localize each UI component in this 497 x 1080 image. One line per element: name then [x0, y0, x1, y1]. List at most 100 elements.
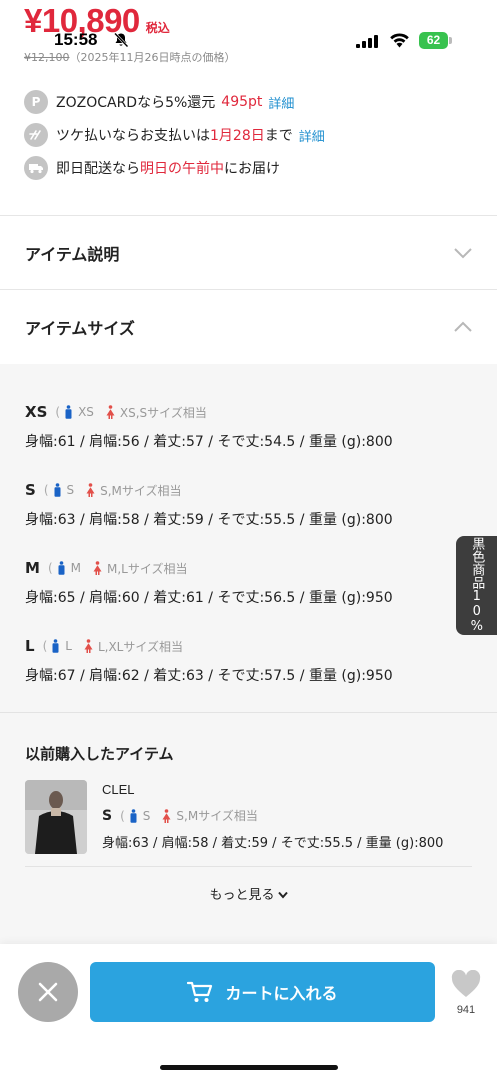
- divider: [0, 215, 497, 216]
- benefit-delivery-text-a: 即日配送なら: [56, 161, 140, 177]
- wifi-icon: [390, 33, 409, 48]
- female-size-label: L,XLサイズ相当: [97, 639, 183, 654]
- benefit-tsuke-text-a: ツケ払いならお支払いは: [56, 128, 210, 144]
- divider: [0, 289, 497, 290]
- benefit-zozocard: P ZOZOCARDなら5%還元 495pt 詳細: [24, 90, 294, 114]
- divider: [0, 712, 497, 713]
- male-size: S: [53, 483, 75, 497]
- tax-label: 税込: [145, 21, 170, 35]
- male-size-label: XS: [78, 405, 94, 419]
- original-price-row: ¥12,100（2025年11月26日時点の価格）: [24, 49, 236, 65]
- status-time: 15:58: [54, 30, 98, 49]
- heart-icon: [451, 969, 481, 997]
- size-row-l: L ( L L,XLサイズ相当 身幅:67 / 肩幅:62 / 着丈:63 / …: [25, 637, 393, 685]
- woman-icon: [93, 561, 102, 575]
- man-icon: [65, 405, 72, 419]
- size-measurements: 身幅:67 / 肩幅:62 / 着丈:63 / そで丈:57.5 / 重量 (g…: [25, 668, 393, 684]
- size-name: L: [25, 637, 35, 655]
- woman-icon: [84, 639, 93, 653]
- zozocard-details-link[interactable]: 詳細: [268, 93, 294, 112]
- size-name: S: [102, 807, 113, 824]
- female-size: L,XLサイズ相当: [84, 638, 183, 655]
- battery-level: 62: [419, 32, 448, 49]
- divider: [25, 866, 472, 867]
- close-icon: [38, 982, 58, 1002]
- paren: (: [47, 561, 53, 575]
- previous-item-measurements: 身幅:63 / 肩幅:58 / 着丈:59 / そで丈:55.5 / 重量 (g…: [102, 836, 444, 851]
- size-measurements: 身幅:61 / 肩幅:56 / 着丈:57 / そで丈:54.5 / 重量 (g…: [25, 434, 393, 450]
- paren: (: [43, 483, 49, 497]
- female-size-label: S,Mサイズ相当: [176, 809, 258, 823]
- man-icon: [52, 639, 59, 653]
- female-size-label: XS,Sサイズ相当: [119, 405, 207, 420]
- female-size: S,Mサイズ相当: [86, 482, 182, 499]
- thumbnail-photo: [25, 780, 87, 854]
- male-size: S: [129, 808, 151, 823]
- accordion-title-size: アイテムサイズ: [25, 319, 135, 338]
- favorite-button[interactable]: 941: [448, 969, 484, 1016]
- home-indicator: [160, 1065, 338, 1070]
- see-more-link[interactable]: もっと見る: [0, 884, 497, 903]
- price-date-note: （2025年11月26日時点の価格）: [69, 51, 236, 64]
- close-button[interactable]: [18, 962, 78, 1022]
- woman-icon: [106, 405, 115, 419]
- previous-item-thumbnail[interactable]: [25, 780, 87, 854]
- accordion-item-description[interactable]: アイテム説明: [0, 217, 497, 289]
- male-size-label: S: [66, 483, 75, 497]
- chevron-down-icon: [454, 248, 472, 259]
- point-icon: P: [24, 90, 48, 114]
- accordion-item-size[interactable]: アイテムサイズ: [0, 291, 497, 363]
- male-size-label: M: [70, 561, 81, 575]
- size-measurements: 身幅:63 / 肩幅:58 / 着丈:59 / そで丈:55.5 / 重量 (g…: [25, 512, 393, 528]
- benefit-delivery: 即日配送なら 明日の午前中 にお届け: [24, 156, 280, 180]
- man-icon: [54, 483, 60, 497]
- male-size-label: S: [142, 808, 151, 823]
- female-size: XS,Sサイズ相当: [106, 404, 207, 421]
- size-measurements: 身幅:65 / 肩幅:60 / 着丈:61 / そで丈:56.5 / 重量 (g…: [25, 590, 393, 606]
- benefit-points: 495pt: [221, 94, 263, 110]
- female-size: M,Lサイズ相当: [93, 560, 188, 577]
- chevron-up-icon: [454, 321, 472, 332]
- campaign-side-tab[interactable]: 黒色商品10%: [456, 536, 497, 635]
- see-more-label: もっと見る: [209, 888, 275, 903]
- favorite-count: 941: [456, 1004, 476, 1016]
- size-row-s: S ( S S,Mサイズ相当 身幅:63 / 肩幅:58 / 着丈:59 / そ…: [25, 481, 393, 529]
- chevron-down-icon: [277, 891, 288, 899]
- add-to-cart-button[interactable]: カートに入れる: [90, 962, 435, 1022]
- female-size: S,Mサイズ相当: [162, 807, 258, 824]
- size-name: M: [25, 559, 40, 577]
- previous-item-size: S ( S S,Mサイズ相当: [102, 807, 258, 824]
- male-size: XS: [64, 405, 94, 419]
- truck-icon: [24, 156, 48, 180]
- tsuke-details-link[interactable]: 詳細: [299, 126, 325, 145]
- benefit-tsuke-text-b: まで: [264, 128, 293, 144]
- man-icon: [130, 808, 137, 823]
- woman-icon: [86, 483, 95, 497]
- battery-indicator: 62: [419, 32, 452, 49]
- accordion-title-description: アイテム説明: [25, 245, 120, 264]
- benefit-delivery-time: 明日の午前中: [140, 161, 224, 177]
- female-size-label: M,Lサイズ相当: [106, 561, 188, 576]
- benefit-zozocard-text: ZOZOCARDなら5%還元: [56, 95, 216, 111]
- paren: (: [42, 639, 48, 653]
- bell-off-icon: [114, 32, 129, 48]
- benefit-tsuke-barai: ツケ払いならお支払いは 1月28日 まで 詳細: [24, 123, 325, 147]
- paren: (: [55, 405, 61, 419]
- original-price: ¥12,100: [24, 51, 70, 64]
- previous-purchase-title: 以前購入したアイテム: [25, 745, 174, 763]
- paren: (: [120, 808, 125, 823]
- battery-cap: [449, 37, 452, 44]
- add-to-cart-label: カートに入れる: [225, 984, 338, 1003]
- man-icon: [58, 561, 65, 575]
- size-row-m: M ( M M,Lサイズ相当 身幅:65 / 肩幅:60 / 着丈:61 / そ…: [25, 559, 393, 607]
- size-name: XS: [25, 403, 48, 421]
- size-name: S: [25, 481, 36, 499]
- male-size: M: [57, 561, 81, 575]
- previous-item-brand[interactable]: CLEL: [102, 782, 135, 797]
- size-row-xs: XS ( XS XS,Sサイズ相当 身幅:61 / 肩幅:56 / 着丈:57 …: [25, 403, 393, 451]
- female-size-label: S,Mサイズ相当: [100, 483, 182, 498]
- deferred-payment-icon: [24, 123, 48, 147]
- male-size-label: L: [65, 639, 72, 653]
- woman-icon: [162, 808, 171, 823]
- cellular-signal-icon: [356, 35, 378, 48]
